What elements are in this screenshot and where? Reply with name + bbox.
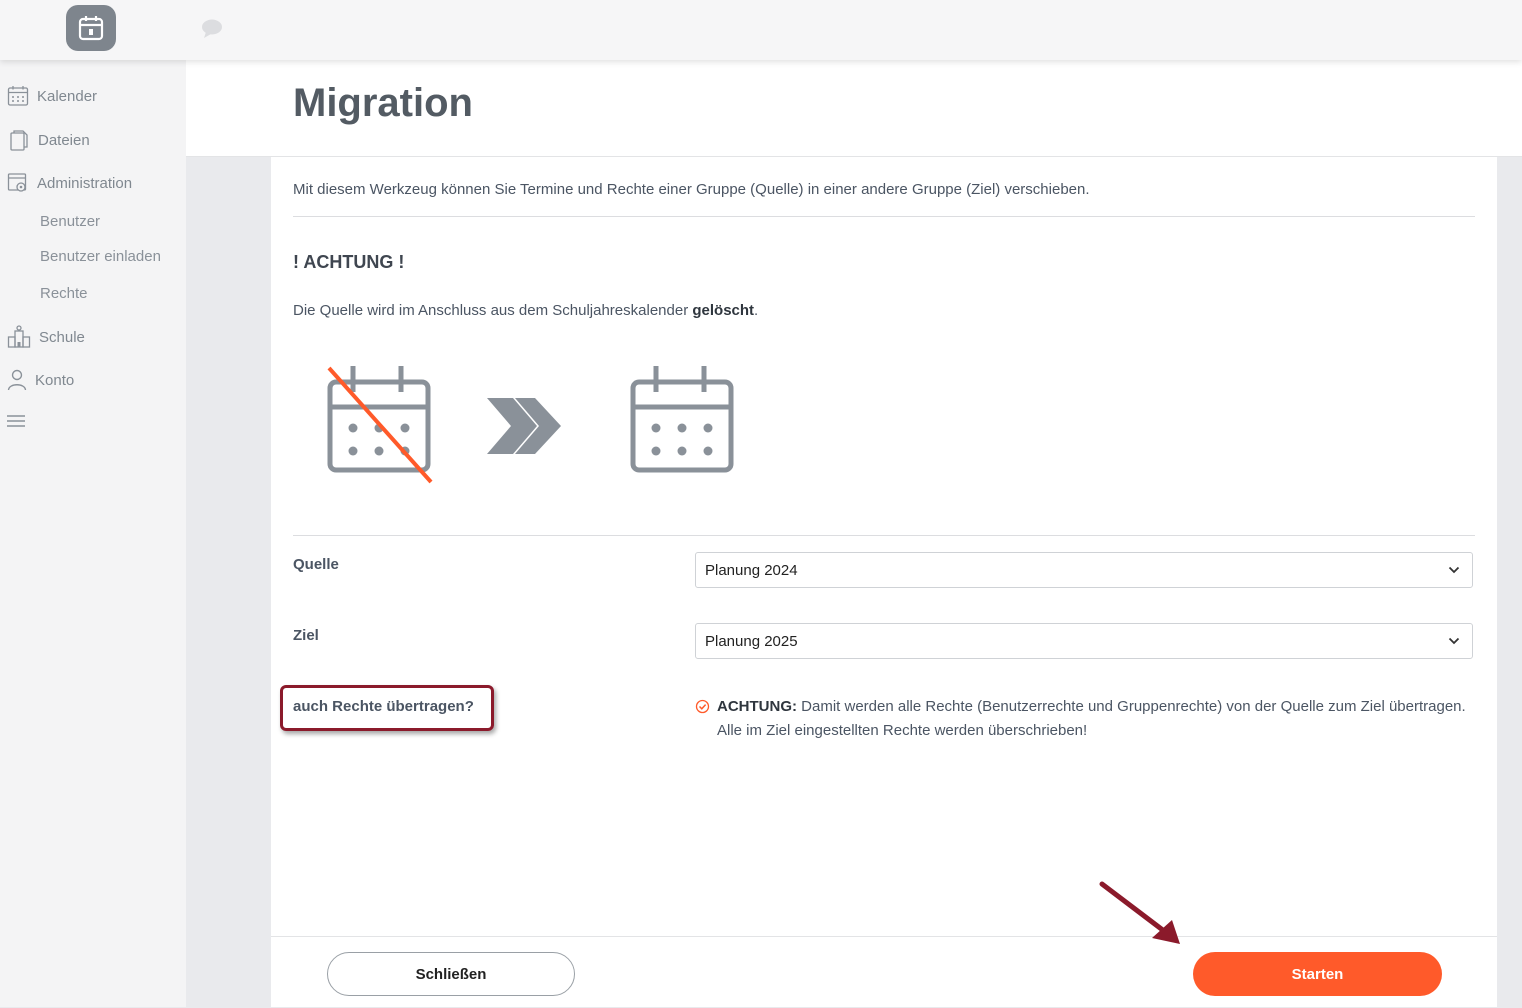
source-select[interactable]: Planung 2024 <box>695 552 1473 588</box>
intro-text: Mit diesem Werkzeug können Sie Termine u… <box>293 181 1090 198</box>
rights-notice-body: Damit werden alle Rechte (Benutzerrechte… <box>717 698 1466 739</box>
migration-panel: Mit diesem Werkzeug können Sie Termine u… <box>271 157 1497 1007</box>
sidebar-subitem-rechte[interactable]: Rechte <box>40 285 88 302</box>
warning-text-bold: gelöscht <box>692 302 755 319</box>
rights-notice-bold: ACHTUNG: <box>717 698 797 715</box>
sidebar-item-dateien[interactable]: Dateien <box>8 128 90 152</box>
chat-icon[interactable] <box>200 17 224 41</box>
app-logo[interactable] <box>66 5 116 51</box>
rights-notice: ACHTUNG: Damit werden alle Rechte (Benut… <box>695 695 1475 743</box>
sidebar-item-kalender[interactable]: Kalender <box>7 84 97 108</box>
sidebar-subitem-benutzer-einladen[interactable]: Benutzer einladen <box>40 248 161 265</box>
user-icon <box>7 369 27 391</box>
source-label: Quelle <box>293 556 339 573</box>
source-calendar-icon <box>327 366 431 473</box>
calendar-logo-icon <box>78 16 104 41</box>
chevron-down-icon <box>1448 637 1460 645</box>
warning-text: Die Quelle wird im Anschluss aus dem Sch… <box>293 302 758 319</box>
calendar-icon <box>7 86 29 106</box>
page-header: Migration <box>186 60 1522 157</box>
divider <box>293 535 1475 536</box>
sidebar-item-label: Dateien <box>38 131 90 149</box>
sidebar: Kalender Dateien Administration Benutzer… <box>0 60 186 1007</box>
sidebar-item-schule[interactable]: Schule <box>7 325 85 349</box>
source-select-value: Planung 2024 <box>705 562 798 579</box>
sidebar-item-label: Kalender <box>37 87 98 105</box>
start-button[interactable]: Starten <box>1193 952 1442 996</box>
rights-notice-text: ACHTUNG: Damit werden alle Rechte (Benut… <box>717 695 1475 743</box>
warning-text-part: Die Quelle wird im Anschluss aus dem Sch… <box>293 302 693 319</box>
sidebar-item-konto[interactable]: Konto <box>7 368 74 392</box>
target-label: Ziel <box>293 627 319 644</box>
top-bar <box>0 0 1522 60</box>
check-circle-icon[interactable] <box>695 699 710 714</box>
target-calendar-icon <box>630 366 734 473</box>
school-icon <box>7 325 31 348</box>
warning-title: ! ACHTUNG ! <box>293 252 405 272</box>
chevron-down-icon <box>1448 566 1460 574</box>
target-select-value: Planung 2025 <box>705 633 798 650</box>
admin-icon <box>7 173 27 192</box>
sidebar-item-label: Schule <box>39 328 85 346</box>
close-button[interactable]: Schließen <box>327 952 575 996</box>
divider <box>293 216 1475 217</box>
sidebar-item-administration[interactable]: Administration <box>7 171 132 195</box>
strike-through-line <box>327 366 433 484</box>
sidebar-item-label: Konto <box>35 371 75 389</box>
page-title: Migration <box>293 81 473 125</box>
panel-footer: Schließen Starten <box>271 936 1497 1008</box>
target-select[interactable]: Planung 2025 <box>695 623 1473 659</box>
files-icon <box>10 130 28 151</box>
annotation-arrow-icon <box>1099 881 1180 944</box>
sidebar-subitem-benutzer[interactable]: Benutzer <box>40 213 100 230</box>
rights-label: auch Rechte übertragen? <box>293 698 474 715</box>
migration-illustration <box>327 366 734 484</box>
warning-text-part: . <box>754 302 759 319</box>
menu-icon[interactable] <box>7 414 25 428</box>
double-chevron-right-icon <box>487 398 561 454</box>
sidebar-item-label: Administration <box>37 174 133 192</box>
